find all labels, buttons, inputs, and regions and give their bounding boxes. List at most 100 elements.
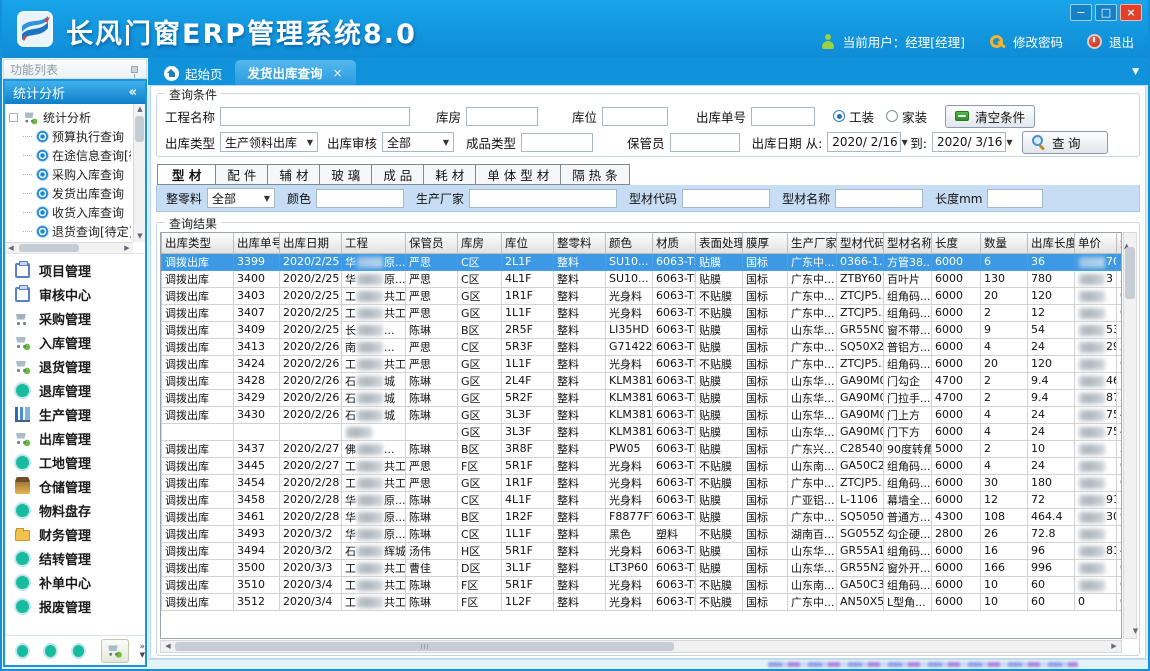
- collapse-icon[interactable]: «: [129, 85, 137, 100]
- table-row[interactable]: 调拨出库 3430 2020/2/26 石城 陈琳 G区 3L3F 整料 KLM: [162, 406, 1123, 423]
- column-header[interactable]: 出库类型: [162, 233, 234, 253]
- color-input[interactable]: [316, 189, 404, 208]
- table-row[interactable]: 调拨出库 3454 2020/2/28 工共工程 严思 G区 1R1F 整料 光: [162, 474, 1123, 491]
- table-row[interactable]: 调拨出库 3424 2020/2/26 工共工程 严思 G区 1L1F 整料 光: [162, 355, 1123, 372]
- close-button[interactable]: ×: [1120, 4, 1142, 21]
- column-header[interactable]: 单价: [1075, 233, 1117, 253]
- sidebar-menu-item[interactable]: 项目管理: [5, 258, 145, 282]
- column-header[interactable]: 材质: [653, 233, 696, 253]
- sidebar-menu-item[interactable]: 工地管理: [5, 450, 145, 474]
- length-input[interactable]: [987, 189, 1043, 208]
- tree-item[interactable]: 发货出库查询: [9, 184, 131, 203]
- material-tab[interactable]: 配 件: [216, 164, 268, 185]
- clear-conditions-button[interactable]: 清空条件: [945, 105, 1035, 128]
- results-horizontal-scrollbar[interactable]: ◀ ▶: [160, 640, 1122, 653]
- pin-icon[interactable]: [131, 66, 138, 73]
- date-from-select[interactable]: 2020/ 2/16▼: [827, 132, 901, 152]
- column-header[interactable]: 型材代码: [837, 233, 884, 253]
- tab-home[interactable]: 起始页: [152, 61, 235, 85]
- column-header[interactable]: 保管员: [406, 233, 458, 253]
- tree-item[interactable]: 采购入库查询: [9, 165, 131, 184]
- sidebar-menu-item[interactable]: 采购管理: [5, 306, 145, 330]
- keeper-input[interactable]: [670, 133, 740, 152]
- column-header[interactable]: 整零料: [554, 233, 606, 253]
- sidebar-menu-item[interactable]: 财务管理: [5, 522, 145, 546]
- column-header[interactable]: 出库长度: [1028, 233, 1075, 253]
- column-header[interactable]: 型材名称: [884, 233, 932, 253]
- table-row[interactable]: 调拨出库 3437 2020/2/27 佛... 陈琳 B区 3R8F 整料 P: [162, 440, 1123, 457]
- sidebar-menu-item[interactable]: 退货管理: [5, 354, 145, 378]
- sidebar-menu-item[interactable]: 仓储管理: [5, 474, 145, 498]
- maximize-button[interactable]: □: [1095, 4, 1117, 21]
- material-tab[interactable]: 隔 热 条: [561, 164, 629, 185]
- date-to-select[interactable]: 2020/ 3/16▼: [932, 132, 1006, 152]
- sidebar-menu-item[interactable]: 入库管理: [5, 330, 145, 354]
- sidebar-menu-item[interactable]: 审核中心: [5, 282, 145, 306]
- table-row[interactable]: 调拨出库 3407 2020/2/25 工共工程 严思 G区 1L1F 整料 光: [162, 304, 1123, 321]
- column-header[interactable]: 出库日期: [280, 233, 342, 253]
- logout-link[interactable]: 退出: [1109, 32, 1134, 51]
- tree-vertical-scrollbar[interactable]: ▲ ▼: [133, 104, 145, 242]
- radio-work[interactable]: 工装: [833, 107, 874, 126]
- tab-shipment-query[interactable]: 发货出库查询 ×: [235, 60, 356, 85]
- tree-item[interactable]: 在途信息查询[待: [9, 146, 131, 165]
- table-row[interactable]: 调拨出库 3493 2020/3/2 华原... 陈琳 C区 1L1F 整料 黑: [162, 525, 1123, 542]
- search-button[interactable]: 查 询: [1022, 131, 1108, 154]
- tree-item[interactable]: 退货查询[待定]: [9, 222, 131, 241]
- order-no-input[interactable]: [751, 107, 815, 126]
- results-vertical-scrollbar[interactable]: ▲ ▼: [1123, 232, 1137, 639]
- column-header[interactable]: 表面处理: [696, 233, 743, 253]
- scrollbar-thumb[interactable]: [1125, 247, 1135, 299]
- sidebar-menu-item[interactable]: 结转管理: [5, 546, 145, 570]
- sidebar-menu-item[interactable]: 报废管理: [5, 594, 145, 618]
- toolbar-more-button[interactable]: » ▼: [140, 643, 146, 659]
- warehouse-input[interactable]: [466, 107, 538, 126]
- location-input[interactable]: [602, 107, 668, 126]
- sidebar-menu-item[interactable]: 出库管理: [5, 426, 145, 450]
- column-header[interactable]: 膜厚: [743, 233, 788, 253]
- column-header[interactable]: 工程: [342, 233, 406, 253]
- table-row[interactable]: 调拨出库 3458 2020/2/28 华原... 陈琳 C区 4L1F 整料: [162, 491, 1123, 508]
- table-row[interactable]: 调拨出库 3399 2020/2/25 华原... 严思 C区 2L1F 整料: [162, 253, 1123, 270]
- table-row[interactable]: 调拨出库 3500 2020/3/3 工共工程 曹佳 D区 3L1F 整料 LT: [162, 559, 1123, 576]
- column-header[interactable]: 出库单号: [234, 233, 280, 253]
- toolbar-cart-button[interactable]: [101, 639, 129, 663]
- table-row[interactable]: 调拨出库 3403 2020/2/25 工共工程 严思 G区 1R1F 整料 光: [162, 287, 1123, 304]
- product-type-input[interactable]: [521, 133, 593, 152]
- profile-code-input[interactable]: [682, 189, 770, 208]
- column-header[interactable]: 库位: [502, 233, 554, 253]
- material-tab[interactable]: 辅 材: [268, 164, 320, 185]
- column-header[interactable]: 库房: [458, 233, 502, 253]
- table-row[interactable]: 调拨出库 3429 2020/2/26 石城 陈琳 G区 5R2F 整料 KLM: [162, 389, 1123, 406]
- table-row[interactable]: G区 3L3F 整料 KLM3817 6063-T5 贴膜 国标 山东华...: [162, 423, 1123, 440]
- scrollbar-thumb[interactable]: [135, 116, 144, 142]
- manufacturer-input[interactable]: [469, 189, 617, 208]
- toolbar-dot-icon[interactable]: [73, 645, 84, 657]
- sidebar-menu-item[interactable]: 退库管理: [5, 378, 145, 402]
- tree-horizontal-scrollbar[interactable]: ◀ ▶: [5, 242, 133, 253]
- table-row[interactable]: 调拨出库 3494 2020/3/2 石辉城 汤伟 H区 5R1F 整料 光身料: [162, 542, 1123, 559]
- column-header[interactable]: 金: [1117, 233, 1123, 253]
- column-header[interactable]: 生产厂家: [788, 233, 837, 253]
- column-header[interactable]: 数量: [981, 233, 1028, 253]
- material-tab[interactable]: 耗 材: [424, 164, 476, 185]
- column-header[interactable]: 颜色: [606, 233, 653, 253]
- scrollbar-thumb[interactable]: [19, 244, 79, 252]
- sidebar-menu-item[interactable]: 物料盘存: [5, 498, 145, 522]
- tree-item[interactable]: 收货入库查询: [9, 203, 131, 222]
- toolbar-dot-icon[interactable]: [45, 645, 56, 657]
- table-row[interactable]: 调拨出库 3461 2020/2/28 华原... 陈琳 B区 1R2F 整料: [162, 508, 1123, 525]
- table-row[interactable]: 调拨出库 3400 2020/2/25 华原... 严思 C区 4L1F 整料: [162, 270, 1123, 287]
- table-row[interactable]: 调拨出库 3512 2020/3/4 工共工程 陈琳 F区 1L2F 整料 光身: [162, 593, 1123, 610]
- whole-part-select[interactable]: 全部▼: [207, 188, 275, 208]
- profile-name-input[interactable]: [835, 189, 923, 208]
- change-password-link[interactable]: 修改密码: [1013, 32, 1063, 51]
- tree-expander-icon[interactable]: [9, 113, 18, 122]
- material-tab[interactable]: 型 材: [157, 164, 216, 185]
- radio-home-icon[interactable]: [886, 110, 898, 122]
- material-tab[interactable]: 玻 璃: [320, 164, 372, 185]
- sidebar-menu-item[interactable]: 补单中心: [5, 570, 145, 594]
- sidebar-menu-item[interactable]: 生产管理: [5, 402, 145, 426]
- material-tab[interactable]: 成 品: [372, 164, 424, 185]
- project-name-input[interactable]: [220, 107, 410, 126]
